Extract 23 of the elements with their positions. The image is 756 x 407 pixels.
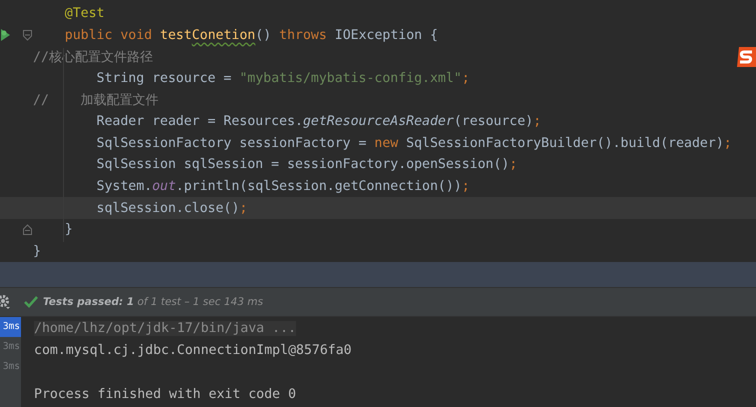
input-method-icon[interactable] xyxy=(735,45,756,69)
settings-icon[interactable] xyxy=(0,294,12,310)
code-line: Reader reader = Resources.getResourceAsReader(resource); xyxy=(96,114,542,130)
fold-icon[interactable] xyxy=(23,30,32,41)
run-test-icon[interactable] xyxy=(0,28,11,42)
test-duration[interactable]: 3ms xyxy=(0,357,21,377)
test-duration[interactable]: 3ms xyxy=(0,337,21,357)
code-line: sqlSession.close(); xyxy=(96,200,248,216)
console-output: Process finished with exit code 0 xyxy=(34,386,296,402)
code-line: String resource = "mybatis/mybatis-config.xml"; xyxy=(96,71,470,86)
fold-icon[interactable] xyxy=(23,224,32,236)
check-icon xyxy=(24,296,38,308)
code-line: System.out.println(sqlSession.getConnection()); xyxy=(96,179,470,194)
test-status: Tests passed: 1 of 1 test – 1 sec 143 ms xyxy=(43,296,264,308)
test-duration[interactable]: 3ms xyxy=(0,317,21,337)
code-line: public void testConetion() throws IOException { xyxy=(64,28,438,43)
code-line: } xyxy=(33,244,41,259)
code-line: SqlSessionFactory sessionFactory = new SqlSessionFactoryBuilder().build(reader); xyxy=(96,136,732,151)
code-line: @Test xyxy=(64,6,104,22)
code-line: // 加载配置文件 xyxy=(33,92,159,110)
code-line: SqlSession sqlSession = sessionFactory.openSession(); xyxy=(96,157,518,172)
console-output: com.mysql.cj.jdbc.ConnectionImpl@8576fa0 xyxy=(34,342,352,358)
code-line: } xyxy=(64,222,73,238)
